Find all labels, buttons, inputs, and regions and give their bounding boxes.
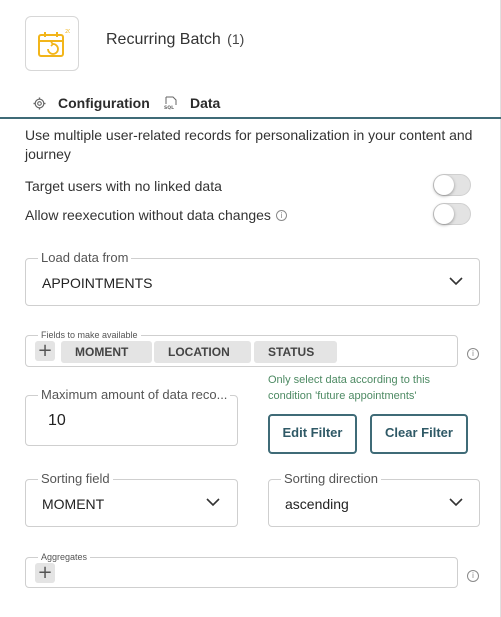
- toggle-1-text: Allow reexecution without data changes: [25, 207, 271, 223]
- svg-text:201: 201: [65, 29, 70, 35]
- gear-icon: [33, 97, 46, 109]
- tab-data-label: Data: [190, 95, 221, 111]
- field-chip-location[interactable]: LOCATION: [154, 341, 251, 363]
- sorting-direction-select[interactable]: Sorting direction ascending: [268, 471, 480, 527]
- edit-filter-button[interactable]: Edit Filter: [268, 414, 357, 454]
- chevron-down-icon: [206, 498, 220, 507]
- tab-configuration-label: Configuration: [58, 95, 150, 111]
- toggle-no-linked-data[interactable]: [433, 174, 471, 196]
- toggle-knob: [434, 204, 454, 224]
- max-records-value: 10: [48, 412, 66, 429]
- title-count: (1): [227, 31, 245, 47]
- filter-hint: Only select data according to this condi…: [268, 374, 431, 402]
- toggle-knob: [434, 175, 454, 195]
- load-data-label: Load data from: [38, 250, 132, 265]
- field-chip-moment[interactable]: MOMENT: [61, 341, 152, 363]
- batch-icon-box: 201: [25, 16, 79, 71]
- fields-available[interactable]: Fields to make available + MOMENT LOCATI…: [25, 330, 458, 367]
- sql-file-icon: SQL: [164, 96, 177, 110]
- load-data-value: APPOINTMENTS: [42, 275, 153, 291]
- toggle-reexecution[interactable]: [433, 203, 471, 225]
- toggle-0-text: Target users with no linked data: [25, 178, 222, 194]
- tab-data[interactable]: SQL Data: [164, 95, 220, 111]
- description: Use multiple user-related records for pe…: [25, 127, 473, 162]
- tab-underline: [0, 117, 501, 119]
- info-icon[interactable]: i: [275, 209, 287, 221]
- clear-filter-button[interactable]: Clear Filter: [370, 414, 468, 454]
- load-data-select[interactable]: Load data from APPOINTMENTS: [25, 250, 480, 306]
- sorting-direction-value: ascending: [285, 496, 349, 512]
- toggle-label-no-linked-data: Target users with no linked data: [25, 178, 222, 194]
- svg-text:SQL: SQL: [164, 105, 174, 110]
- aggregates-field[interactable]: Aggregates +: [25, 552, 458, 588]
- max-records-label: Maximum amount of data reco...: [38, 387, 231, 402]
- chevron-down-icon: [449, 498, 463, 507]
- aggregates-label: Aggregates: [38, 552, 91, 562]
- title-text: Recurring Batch: [106, 31, 221, 48]
- aggregates-info-icon[interactable]: i: [467, 570, 479, 582]
- calendar-recurring-icon: 201: [38, 29, 70, 57]
- max-records-input[interactable]: Maximum amount of data reco... 10: [25, 387, 238, 446]
- fields-info-icon[interactable]: i: [467, 348, 479, 360]
- toggle-label-reexecution: Allow reexecution without data changes i: [25, 207, 287, 223]
- field-chip-status[interactable]: STATUS: [254, 341, 337, 363]
- page-title: Recurring Batch (1): [106, 31, 244, 49]
- tab-configuration[interactable]: Configuration: [33, 95, 150, 111]
- fields-available-label: Fields to make available: [38, 330, 141, 340]
- sorting-field-label: Sorting field: [38, 471, 113, 486]
- add-aggregate-button[interactable]: +: [35, 563, 55, 583]
- chevron-down-icon: [449, 277, 463, 286]
- sorting-direction-label: Sorting direction: [281, 471, 381, 486]
- sorting-field-value: MOMENT: [42, 496, 105, 512]
- sorting-field-select[interactable]: Sorting field MOMENT: [25, 471, 238, 527]
- add-field-button[interactable]: +: [35, 341, 55, 361]
